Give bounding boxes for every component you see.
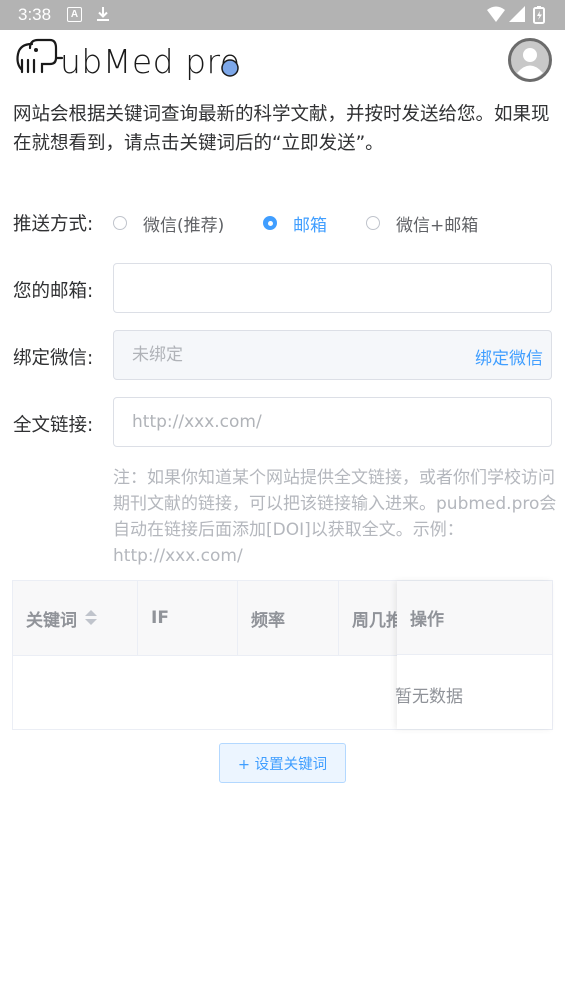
email-field[interactable] [114, 264, 551, 312]
push-method-label: 推送方式: [13, 214, 94, 235]
radio-wechat-email-label: 微信+邮箱 [396, 215, 479, 236]
radio-wechat-label: 微信(推荐) [143, 215, 225, 236]
fulltext-field-box [113, 397, 552, 447]
radio-circle-icon[interactable] [366, 216, 380, 230]
radio-email-label: 邮箱 [293, 215, 327, 236]
status-icons [487, 6, 545, 24]
fulltext-link-input[interactable] [114, 398, 551, 446]
download-icon [97, 7, 109, 21]
fulltext-link-label: 全文链接: [13, 415, 94, 436]
page-description: 网站会根据关键词查询最新的科学文献，并按时发送给您。如果现在就想看到，请点击关键… [13, 104, 550, 154]
col-keyword-label: 关键词 [26, 610, 77, 631]
battery-icon [533, 6, 545, 24]
email-label: 您的邮箱: [13, 281, 94, 302]
radio-wechat[interactable]: 微信(推荐) [113, 208, 224, 238]
logo-text: ubMed pro [60, 42, 241, 81]
col-frequency: 频率 [238, 581, 339, 655]
sort-caret-icon[interactable] [85, 609, 97, 627]
bind-wechat-link[interactable]: 绑定微信 [475, 344, 543, 369]
set-keywords-button[interactable]: + 设置关键词 [219, 743, 346, 783]
col-frequency-label: 频率 [251, 610, 285, 631]
col-actions: 操作 [397, 581, 552, 655]
col-keyword[interactable]: 关键词 [13, 581, 138, 655]
col-weekday-label: 周几推 [352, 610, 403, 631]
radio-circle-icon[interactable] [113, 216, 127, 230]
wechat-field-box: 绑定微信 [113, 330, 552, 380]
col-actions-label: 操作 [410, 610, 444, 630]
email-field-box [113, 263, 552, 313]
user-avatar-icon[interactable] [508, 38, 552, 82]
status-time: 3:38 [18, 5, 52, 24]
fulltext-note: 注：如果你知道某个网站提供全文链接，或者你们学校访问期刊文献的链接，可以把该链接… [113, 468, 557, 566]
pubmed-pro-logo: ubMed pro [12, 36, 252, 84]
wifi-icon [487, 6, 505, 22]
radio-circle-checked-icon[interactable] [263, 216, 277, 230]
keywords-table: 关键词 IF 频率 周几推 暂无数据 操作 [12, 580, 553, 730]
logo-dot-icon [221, 59, 239, 77]
radio-wechat-email[interactable]: 微信+邮箱 [366, 208, 478, 238]
col-if: IF [138, 581, 238, 655]
signal-icon [509, 6, 525, 22]
table-empty-text-visible: 暂无数据 [395, 687, 463, 707]
radio-email[interactable]: 邮箱 [263, 208, 327, 238]
col-if-label: IF [151, 608, 169, 628]
status-bar: 3:38 A [0, 0, 565, 30]
wechat-bind-label: 绑定微信: [13, 348, 94, 369]
app-header: ubMed pro [0, 30, 565, 90]
notification-a-icon: A [67, 7, 82, 22]
